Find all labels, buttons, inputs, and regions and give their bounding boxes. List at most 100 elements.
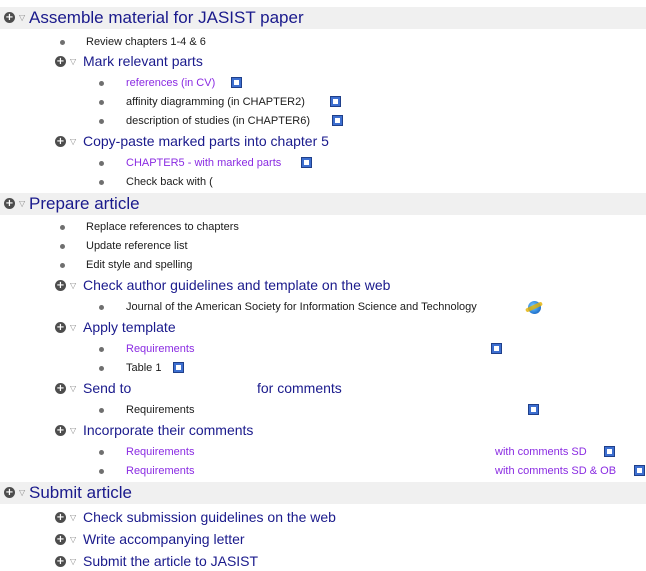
collapse-triangle-icon[interactable]: ▽: [70, 58, 76, 66]
item-text: Edit style and spelling: [86, 259, 193, 271]
bullet-icon: [99, 305, 104, 310]
subheading-text[interactable]: Copy-paste marked parts into chapter 5: [83, 133, 329, 149]
item-text: Journal of the American Society for Info…: [126, 301, 477, 313]
expand-icon[interactable]: +: [4, 198, 15, 209]
collapse-triangle-icon[interactable]: ▽: [70, 536, 76, 544]
subheading-mark-relevant-parts[interactable]: + ▽ Mark relevant parts: [0, 53, 646, 71]
word-doc-icon[interactable]: [231, 77, 242, 88]
collapse-triangle-icon[interactable]: ▽: [70, 282, 76, 290]
list-item[interactable]: Replace references to chapters: [0, 220, 646, 236]
item-text: description of studies (in CHAPTER6): [126, 115, 311, 127]
bullet-icon: [60, 244, 65, 249]
expand-icon[interactable]: +: [55, 534, 66, 545]
expand-icon[interactable]: +: [55, 425, 66, 436]
list-item[interactable]: Check back with (: [0, 175, 646, 191]
item-text: Requirements: [126, 404, 195, 416]
expand-icon[interactable]: +: [55, 556, 66, 567]
collapse-triangle-icon[interactable]: ▽: [70, 427, 76, 435]
subheading-text[interactable]: for comments: [257, 380, 342, 396]
list-item[interactable]: Requirements with comments SD & OB: [0, 464, 646, 480]
item-link[interactable]: Requirements: [126, 343, 194, 355]
item-link[interactable]: references (in CV): [126, 77, 215, 89]
bullet-icon: [60, 263, 65, 268]
subheading-text[interactable]: Submit the article to JASIST: [83, 553, 258, 569]
item-text: Replace references to chapters: [86, 221, 239, 233]
subheading-incorporate-comments[interactable]: + ▽ Incorporate their comments: [0, 422, 646, 440]
collapse-triangle-icon[interactable]: ▽: [70, 324, 76, 332]
bullet-icon: [99, 119, 104, 124]
item-link-suffix[interactable]: with comments SD & OB: [495, 465, 616, 477]
item-text: affinity diagramming (in CHAPTER2): [126, 96, 305, 108]
item-text: Table 1: [126, 362, 162, 374]
word-doc-icon[interactable]: [604, 446, 615, 457]
list-item[interactable]: Update reference list: [0, 239, 646, 255]
list-item[interactable]: Requirements: [0, 403, 646, 419]
list-item[interactable]: references (in CV): [0, 76, 646, 92]
section-header-submit[interactable]: + ▽ Submit article: [0, 482, 646, 504]
word-doc-icon[interactable]: [330, 96, 341, 107]
subheading-accompanying-letter[interactable]: + ▽ Write accompanying letter: [0, 531, 646, 549]
expand-icon[interactable]: +: [4, 487, 15, 498]
bullet-icon: [60, 40, 65, 45]
web-link-icon[interactable]: [528, 301, 541, 314]
bullet-icon: [99, 347, 104, 352]
subheading-text[interactable]: Send to: [83, 380, 131, 396]
section-title[interactable]: Submit article: [29, 483, 132, 503]
subheading-author-guidelines[interactable]: + ▽ Check author guidelines and template…: [0, 277, 646, 295]
list-item[interactable]: Requirements with comments SD: [0, 445, 646, 461]
subheading-submission-guidelines[interactable]: + ▽ Check submission guidelines on the w…: [0, 509, 646, 527]
word-doc-icon[interactable]: [528, 404, 539, 415]
word-doc-icon[interactable]: [301, 157, 312, 168]
expand-icon[interactable]: +: [55, 280, 66, 291]
subheading-send-for-comments[interactable]: + ▽ Send to for comments: [0, 380, 646, 398]
collapse-triangle-icon[interactable]: ▽: [19, 489, 25, 497]
collapse-triangle-icon[interactable]: ▽: [19, 200, 25, 208]
subheading-text[interactable]: Apply template: [83, 319, 176, 335]
word-doc-icon[interactable]: [173, 362, 184, 373]
expand-icon[interactable]: +: [55, 56, 66, 67]
word-doc-icon[interactable]: [491, 343, 502, 354]
list-item[interactable]: Requirements: [0, 342, 646, 358]
section-title[interactable]: Assemble material for JASIST paper: [29, 8, 304, 28]
collapse-triangle-icon[interactable]: ▽: [70, 385, 76, 393]
bullet-icon: [99, 81, 104, 86]
subheading-text[interactable]: Mark relevant parts: [83, 53, 203, 69]
word-doc-icon[interactable]: [634, 465, 645, 476]
item-link[interactable]: Requirements: [126, 446, 194, 458]
expand-icon[interactable]: +: [55, 512, 66, 523]
list-item[interactable]: Review chapters 1-4 & 6: [0, 35, 646, 51]
expand-icon[interactable]: +: [55, 383, 66, 394]
bullet-icon: [99, 100, 104, 105]
collapse-triangle-icon[interactable]: ▽: [70, 558, 76, 566]
subheading-text[interactable]: Check author guidelines and template on …: [83, 277, 390, 293]
list-item[interactable]: Journal of the American Society for Info…: [0, 300, 646, 316]
section-header-assemble[interactable]: + ▽ Assemble material for JASIST paper: [0, 7, 646, 29]
subheading-copy-paste[interactable]: + ▽ Copy-paste marked parts into chapter…: [0, 133, 646, 151]
word-doc-icon[interactable]: [332, 115, 343, 126]
list-item[interactable]: Edit style and spelling: [0, 258, 646, 274]
list-item[interactable]: CHAPTER5 - with marked parts: [0, 156, 646, 172]
list-item[interactable]: description of studies (in CHAPTER6): [0, 114, 646, 130]
item-link[interactable]: CHAPTER5 - with marked parts: [126, 157, 281, 169]
subheading-text[interactable]: Check submission guidelines on the web: [83, 509, 336, 525]
section-title[interactable]: Prepare article: [29, 194, 140, 214]
item-link[interactable]: Requirements: [126, 465, 194, 477]
expand-icon[interactable]: +: [55, 322, 66, 333]
subheading-text[interactable]: Incorporate their comments: [83, 422, 253, 438]
bullet-icon: [99, 366, 104, 371]
list-item[interactable]: Table 1: [0, 361, 646, 377]
bullet-icon: [99, 469, 104, 474]
subheading-apply-template[interactable]: + ▽ Apply template: [0, 319, 646, 337]
collapse-triangle-icon[interactable]: ▽: [70, 514, 76, 522]
bullet-icon: [99, 180, 104, 185]
list-item[interactable]: affinity diagramming (in CHAPTER2): [0, 95, 646, 111]
collapse-triangle-icon[interactable]: ▽: [19, 14, 25, 22]
expand-icon[interactable]: +: [55, 136, 66, 147]
collapse-triangle-icon[interactable]: ▽: [70, 138, 76, 146]
subheading-submit-jasist[interactable]: + ▽ Submit the article to JASIST: [0, 553, 646, 571]
expand-icon[interactable]: +: [4, 12, 15, 23]
item-text: Check back with (: [126, 176, 213, 188]
item-link-suffix[interactable]: with comments SD: [495, 446, 587, 458]
subheading-text[interactable]: Write accompanying letter: [83, 531, 245, 547]
section-header-prepare[interactable]: + ▽ Prepare article: [0, 193, 646, 215]
